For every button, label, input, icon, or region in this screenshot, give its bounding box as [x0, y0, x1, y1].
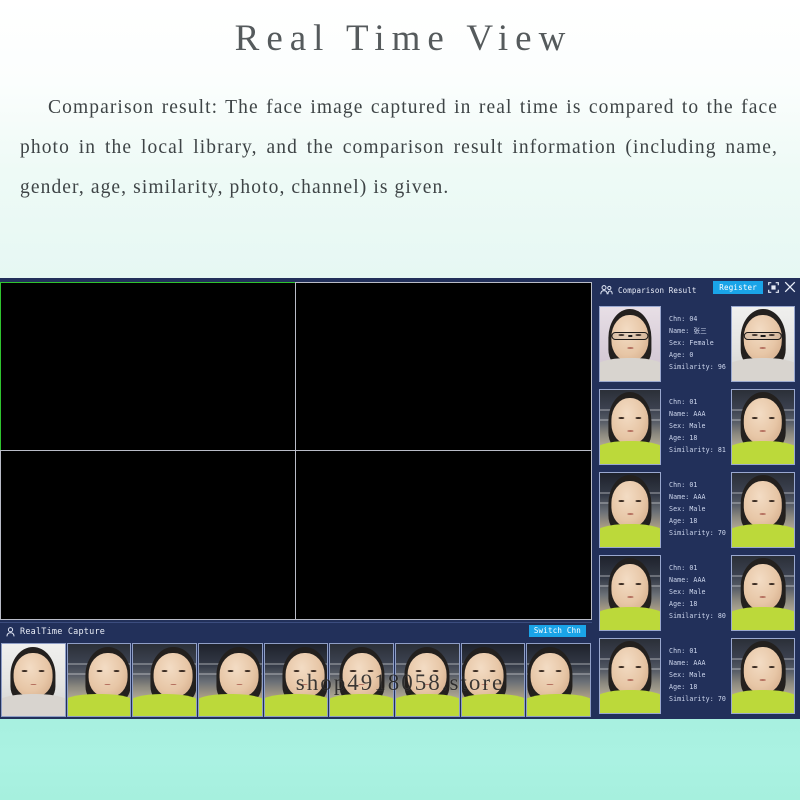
result-field-chn: Chn: 01 — [669, 647, 698, 655]
library-face-photo[interactable] — [731, 471, 795, 548]
result-field-name: Name: AAA — [669, 410, 706, 418]
application-window: RealTime Capture Switch Chn Comparison R… — [0, 278, 800, 719]
result-field-age: Age: 18 — [669, 683, 698, 691]
capture-thumbnail[interactable] — [132, 643, 198, 717]
comparison-result-titlebar: Comparison Result Register — [594, 278, 800, 302]
close-icon[interactable] — [784, 281, 796, 293]
captured-face-photo[interactable] — [599, 471, 661, 548]
result-field-sex: Sex: Female — [669, 339, 714, 347]
page-title: Real Time View — [234, 18, 573, 59]
video-pane-2[interactable] — [295, 282, 592, 451]
result-field-chn: Chn: 04 — [669, 315, 698, 323]
result-field-similarity: Similarity: 70 — [669, 695, 726, 703]
result-field-age: Age: 18 — [669, 517, 698, 525]
video-pane-1[interactable] — [0, 282, 296, 451]
result-field-chn: Chn: 01 — [669, 481, 698, 489]
comparison-result-info: Chn: 01 Name: AAA Sex: Male Age: 18 Similari… — [666, 389, 726, 465]
capture-thumbnail[interactable] — [526, 643, 592, 717]
capture-thumbnail[interactable] — [198, 643, 263, 717]
library-face-photo[interactable] — [731, 305, 795, 382]
captured-face-photo[interactable] — [599, 637, 661, 714]
comparison-header-actions: Register — [713, 281, 796, 294]
capture-thumbnail[interactable] — [460, 643, 526, 717]
switch-chn-button[interactable]: Switch Chn — [528, 625, 586, 637]
video-wall — [0, 282, 592, 620]
result-field-similarity: Similarity: 70 — [669, 529, 726, 537]
library-face-photo[interactable] — [731, 637, 795, 714]
capture-thumbnail[interactable] — [329, 643, 395, 717]
promo-header: Real Time View Comparison result: The fa… — [0, 0, 800, 278]
comparison-result-row[interactable]: Chn: 01 Name: AAA Sex: Male Age: 18 Similari… — [594, 634, 800, 717]
result-field-age: Age: 18 — [669, 434, 698, 442]
result-field-name: Name: 张三 — [669, 327, 707, 335]
realtime-capture-titlebar: RealTime Capture Switch Chn — [0, 622, 592, 641]
comparison-result-row[interactable]: Chn: 01 Name: AAA Sex: Male Age: 18 Similari… — [594, 468, 800, 551]
footer-band — [0, 719, 800, 800]
comparison-result-info: Chn: 01 Name: AAA Sex: Male Age: 18 Similari… — [666, 555, 726, 631]
result-field-age: Age: 18 — [669, 600, 698, 608]
result-field-name: Name: AAA — [669, 659, 706, 667]
people-icon — [600, 285, 613, 295]
library-face-photo[interactable] — [731, 388, 795, 465]
result-field-sex: Sex: Male — [669, 422, 706, 430]
capture-thumbnail[interactable] — [66, 643, 132, 717]
capture-thumbnail[interactable] — [395, 643, 460, 717]
comparison-result-info: Chn: 01 Name: AAA Sex: Male Age: 18 Similari… — [666, 472, 726, 548]
register-button[interactable]: Register — [713, 281, 763, 294]
library-face-photo[interactable] — [731, 554, 795, 631]
captured-face-photo[interactable] — [599, 554, 661, 631]
comparison-result-list: Chn: 04 Name: 张三 Sex: Female Age: 0 Similari… — [594, 302, 800, 719]
capture-thumbnail[interactable] — [263, 643, 329, 717]
result-field-chn: Chn: 01 — [669, 564, 698, 572]
result-field-name: Name: AAA — [669, 576, 706, 584]
result-field-similarity: Similarity: 81 — [669, 446, 726, 454]
capture-thumbnail-row — [0, 641, 592, 719]
realtime-capture-title: RealTime Capture — [20, 627, 106, 637]
result-field-sex: Sex: Male — [669, 671, 706, 679]
promo-description: Comparison result: The face image captur… — [20, 97, 778, 198]
video-pane-4[interactable] — [295, 450, 592, 620]
result-field-sex: Sex: Male — [669, 588, 706, 596]
comparison-result-info: Chn: 04 Name: 张三 Sex: Female Age: 0 Similari… — [666, 306, 726, 382]
person-icon — [6, 627, 15, 637]
comparison-result-row[interactable]: Chn: 01 Name: AAA Sex: Male Age: 18 Similari… — [594, 385, 800, 468]
comparison-result-panel: Comparison Result Register Chn: 04 Name:… — [594, 278, 800, 719]
comparison-result-title: Comparison Result — [618, 285, 697, 295]
comparison-result-row[interactable]: Chn: 01 Name: AAA Sex: Male Age: 18 Similari… — [594, 551, 800, 634]
comparison-result-info: Chn: 01 Name: AAA Sex: Male Age: 18 Similari… — [666, 638, 726, 714]
captured-face-photo[interactable] — [599, 388, 661, 465]
comparison-result-row[interactable]: Chn: 04 Name: 张三 Sex: Female Age: 0 Similari… — [594, 302, 800, 385]
page-root: Real Time View Comparison result: The fa… — [0, 0, 800, 800]
video-pane-3[interactable] — [0, 450, 296, 620]
result-field-name: Name: AAA — [669, 493, 706, 501]
result-field-sex: Sex: Male — [669, 505, 706, 513]
captured-face-photo[interactable] — [599, 305, 661, 382]
capture-thumbnail[interactable] — [1, 643, 66, 717]
realtime-capture-panel: RealTime Capture Switch Chn — [0, 622, 592, 719]
result-field-similarity: Similarity: 96 — [669, 363, 726, 371]
result-field-chn: Chn: 01 — [669, 398, 698, 406]
maximize-icon[interactable] — [768, 281, 779, 293]
result-field-age: Age: 0 — [669, 351, 694, 359]
result-field-similarity: Similarity: 80 — [669, 612, 726, 620]
